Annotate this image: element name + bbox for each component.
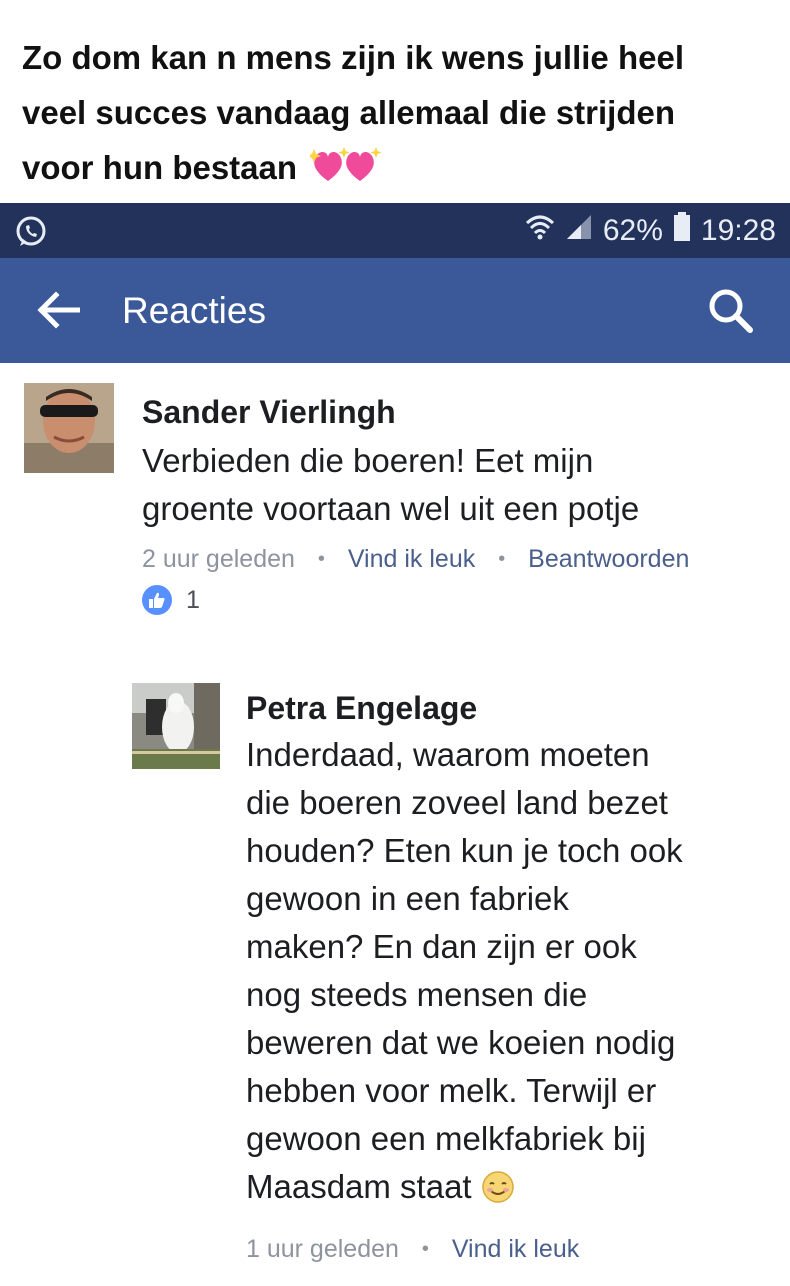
comment-author[interactable]: Sander Vierlingh	[142, 392, 396, 432]
comment-meta: 1 uur geleden • Vind ik leuk	[246, 1232, 579, 1266]
like-button[interactable]: Vind ik leuk	[348, 545, 475, 573]
caption-line-3: voor hun bestaan	[22, 140, 782, 201]
clock: 19:28	[700, 214, 776, 247]
reply-button[interactable]: Beantwoorden	[528, 545, 689, 573]
like-button[interactable]: Vind ik leuk	[452, 1235, 579, 1263]
avatar[interactable]	[132, 683, 220, 769]
smiling-face-icon	[481, 1169, 515, 1217]
battery-percent: 62%	[602, 214, 663, 247]
comment-line: Inderdaad, waarom moeten	[246, 736, 650, 773]
comment-line: groente voortaan wel uit een potje	[142, 490, 640, 527]
reaction-count: 1	[186, 585, 200, 614]
caption-line-1: Zo dom kan n mens zijn ik wens jullie he…	[22, 39, 684, 76]
arrow-left-icon[interactable]	[36, 290, 81, 330]
reaction-summary[interactable]: 1	[142, 585, 200, 615]
comment-line: houden? Eten kun je toch ook	[246, 832, 683, 869]
status-bar: 62% 19:28	[0, 203, 790, 258]
status-right: 62% 19:28	[525, 212, 776, 250]
battery-icon	[673, 212, 691, 250]
comment-timestamp[interactable]: 1 uur geleden	[246, 1235, 399, 1263]
comment-line: die boeren zoveel land bezet	[246, 784, 668, 821]
comment-line: gewoon een melkfabriek bij	[246, 1120, 646, 1157]
comment-line: beweren dat we koeien nodig	[246, 1024, 676, 1061]
wifi-icon	[525, 213, 555, 249]
sparkling-heart-icon	[307, 145, 382, 201]
post-caption: Zo dom kan n mens zijn ik wens jullie he…	[22, 30, 782, 201]
signal-icon	[565, 213, 593, 249]
comment-line: hebben voor melk. Terwijl er	[246, 1072, 657, 1109]
app-bar: Reacties	[0, 258, 790, 363]
caption-line-3-text: voor hun bestaan	[22, 149, 298, 186]
comment-meta: 2 uur geleden • Vind ik leuk • Beantwoor…	[142, 542, 689, 576]
comment-text: Verbieden die boeren! Eet mijn groente v…	[142, 437, 762, 533]
caption-line-2: veel succes vandaag allemaal die strijde…	[22, 94, 676, 131]
comment-line: maken? En dan zijn er ook	[246, 928, 637, 965]
comment-line: nog steeds mensen die	[246, 976, 588, 1013]
comment-timestamp[interactable]: 2 uur geleden	[142, 545, 295, 573]
separator-dot: •	[421, 1238, 429, 1260]
comment-line: gewoon in een fabriek	[246, 880, 569, 917]
separator-dot: •	[498, 548, 506, 570]
comment-author[interactable]: Petra Engelage	[246, 688, 477, 728]
comment-last-line: Maasdam staat	[246, 1163, 776, 1217]
phone-screenshot: 62% 19:28 Reacties Sander Vierlingh Verb…	[0, 203, 790, 1286]
comment-text: Inderdaad, waarom moeten die boeren zove…	[246, 731, 776, 1217]
page-title: Reacties	[122, 290, 266, 331]
comment-line: Verbieden die boeren! Eet mijn	[142, 442, 594, 479]
search-icon[interactable]	[706, 286, 754, 334]
comment-line: Maasdam staat	[246, 1168, 472, 1205]
thumbs-up-icon	[142, 585, 172, 615]
avatar[interactable]	[24, 383, 114, 473]
whatsapp-icon	[14, 215, 48, 249]
separator-dot: •	[317, 548, 325, 570]
